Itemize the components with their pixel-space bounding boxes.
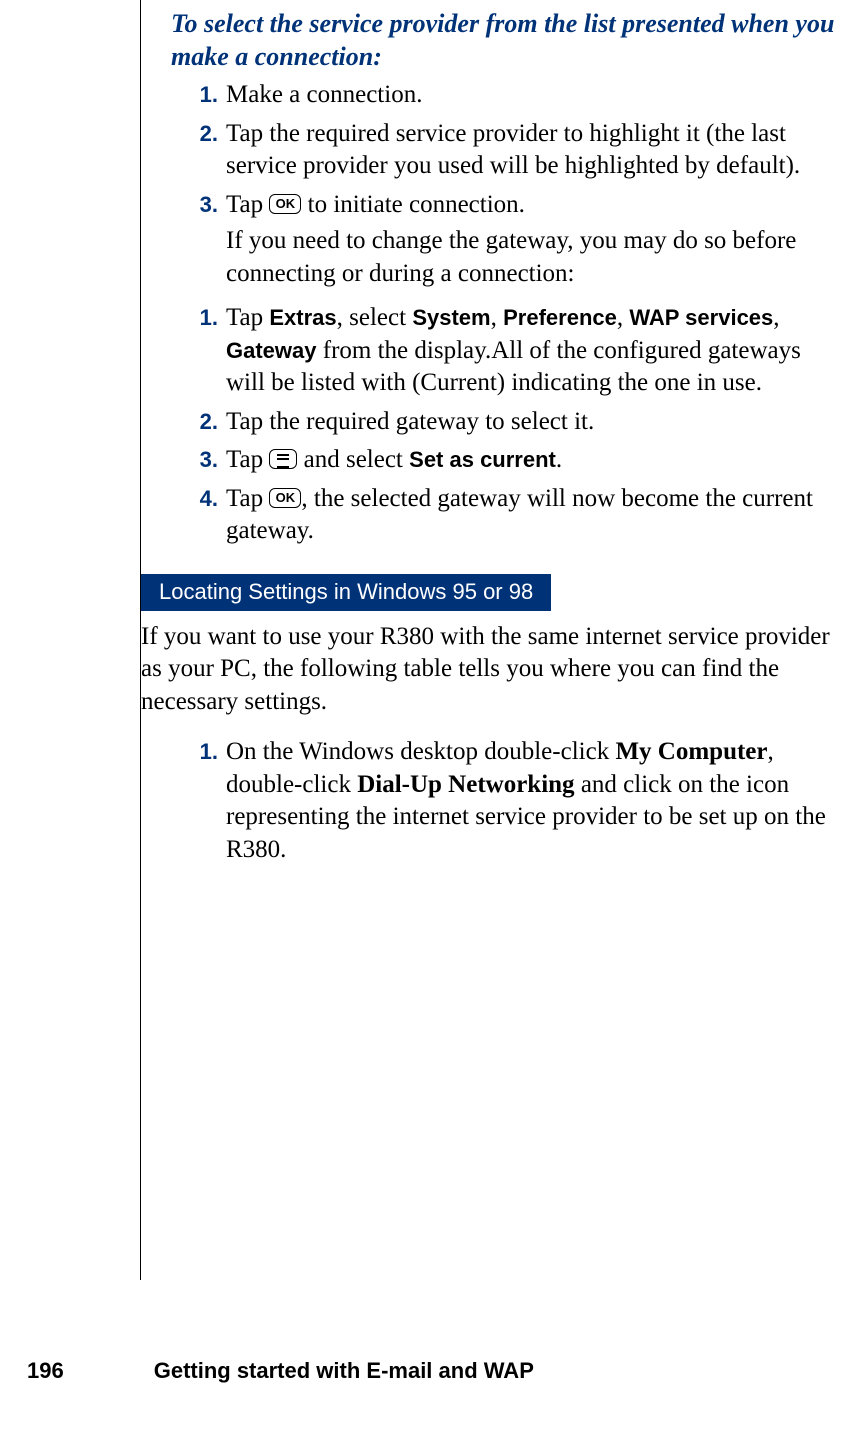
list-item: 2. Tap the required gateway to select it… xyxy=(226,406,840,439)
list-number: 1. xyxy=(192,81,218,112)
list-text: Tap Extras, select System, Preference, W… xyxy=(226,302,840,400)
list-item: 1. Tap Extras, select System, Preference… xyxy=(226,302,840,400)
text-fragment: , the selected gateway will now become t… xyxy=(226,485,813,545)
text-fragment: . xyxy=(556,446,562,473)
list-item: 3. Tap and select Set as current. xyxy=(226,444,840,477)
list-text: Tap the required service provider to hig… xyxy=(226,118,840,183)
section-intro-paragraph: If you want to use your R380 with the sa… xyxy=(141,621,840,719)
section-heading: Locating Settings in Windows 95 or 98 xyxy=(141,574,551,611)
bold-dialup-networking: Dial-Up Networking xyxy=(357,771,574,798)
menu-label-wap-services: WAP services xyxy=(629,305,773,330)
list-item: 4. Tap OK, the selected gateway will now… xyxy=(226,483,840,548)
menu-label-preference: Preference xyxy=(503,305,617,330)
section-heading-row: Locating Settings in Windows 95 or 98 xyxy=(171,554,840,621)
text-fragment: Tap xyxy=(226,191,269,218)
list-item: 1. On the Windows desktop double-click M… xyxy=(226,736,840,866)
list-number: 4. xyxy=(192,485,218,548)
list-number: 2. xyxy=(192,120,218,183)
procedure-list-a: 1. Make a connection. 2. Tap the require… xyxy=(171,79,840,290)
page-footer: 196 Getting started with E-mail and WAP xyxy=(27,1358,534,1384)
ok-icon: OK xyxy=(269,488,301,508)
list-number: 3. xyxy=(192,446,218,477)
list-item: 2. Tap the required service provider to … xyxy=(226,118,840,183)
text-fragment: Tap xyxy=(226,304,269,331)
sub-text: If you need to change the gateway, you m… xyxy=(226,225,840,290)
procedure-list-b: 1. Tap Extras, select System, Preference… xyxy=(171,302,840,548)
list-text: Tap OK to initiate connection. If you ne… xyxy=(226,189,840,291)
footer-title: Getting started with E-mail and WAP xyxy=(154,1358,534,1384)
list-text: On the Windows desktop double-click My C… xyxy=(226,736,840,866)
menu-icon xyxy=(269,449,297,469)
menu-label-gateway: Gateway xyxy=(226,338,317,363)
page-content: To select the service provider from the … xyxy=(140,0,840,1280)
list-number: 2. xyxy=(192,408,218,439)
bold-my-computer: My Computer xyxy=(615,738,767,765)
list-text: Tap OK, the selected gateway will now be… xyxy=(226,483,840,548)
list-text: Tap and select Set as current. xyxy=(226,444,840,477)
list-number: 3. xyxy=(192,191,218,291)
list-number: 1. xyxy=(192,304,218,400)
text-fragment: , xyxy=(773,304,779,331)
text-fragment: to initiate connection. xyxy=(301,191,525,218)
menu-label-set-as-current: Set as current xyxy=(409,447,556,472)
page-number: 196 xyxy=(27,1358,64,1384)
menu-label-extras: Extras xyxy=(269,305,336,330)
list-number: 1. xyxy=(192,738,218,866)
intro-heading: To select the service provider from the … xyxy=(171,8,840,73)
text-fragment: and select xyxy=(297,446,409,473)
list-item: 1. Make a connection. xyxy=(226,79,840,112)
list-text: Make a connection. xyxy=(226,79,840,112)
procedure-list-c: 1. On the Windows desktop double-click M… xyxy=(171,736,840,866)
list-text: Tap the required gateway to select it. xyxy=(226,406,840,439)
list-item: 3. Tap OK to initiate connection. If you… xyxy=(226,189,840,291)
text-fragment: Tap xyxy=(226,446,269,473)
ok-icon: OK xyxy=(269,194,301,214)
text-fragment: , xyxy=(491,304,504,331)
text-fragment: On the Windows desktop double-click xyxy=(226,738,615,765)
text-fragment: Tap xyxy=(226,485,269,512)
text-fragment: , select xyxy=(337,304,413,331)
menu-label-system: System xyxy=(412,305,490,330)
text-fragment: , xyxy=(617,304,630,331)
